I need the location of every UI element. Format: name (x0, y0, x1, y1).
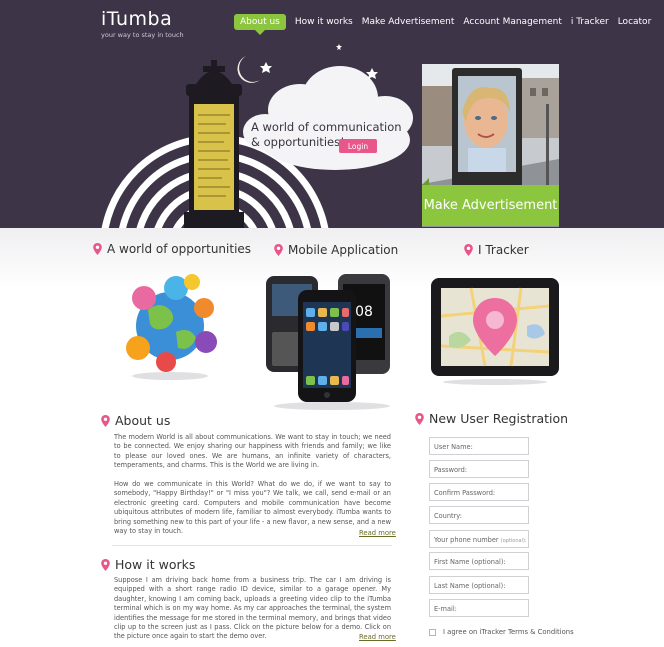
map-pin-icon (415, 412, 424, 425)
svg-text:08: 08 (355, 304, 373, 320)
section-divider (112, 545, 392, 546)
map-pin-icon (101, 414, 110, 427)
feature-title-i-tracker[interactable]: I Tracker (464, 243, 529, 257)
feature-title-mobile-app[interactable]: Mobile Application (274, 243, 398, 257)
make-advertisement-button[interactable]: Make Advertisement (422, 178, 559, 226)
phone-field-placeholder: Your phone number (434, 536, 499, 544)
feature-title-i-tracker-label: I Tracker (478, 243, 529, 257)
about-us-title: About us (101, 413, 170, 428)
registration-title-label: New User Registration (429, 411, 569, 426)
map-pin-icon (274, 244, 283, 256)
brand-name: iTumba (101, 8, 173, 30)
phone-field[interactable]: Your phone number (optional): (429, 530, 529, 548)
how-it-works-paragraph: Suppose I am driving back home from a bu… (114, 576, 391, 641)
globe-social-illustration[interactable] (118, 270, 222, 382)
terms-label: I agree on iTracker Terms & Conditions (443, 628, 574, 636)
confirm-password-field[interactable]: Confirm Password: (429, 483, 529, 501)
brand-tagline: your way to stay in touch (101, 31, 184, 39)
username-field[interactable]: User Name: (429, 437, 529, 455)
hero-headline: A world of communication & opportunities… (251, 120, 402, 150)
nav-locator[interactable]: Locator (618, 17, 652, 27)
password-field[interactable]: Password: (429, 460, 529, 478)
map-pin-icon (464, 244, 473, 256)
moon-icon (237, 56, 260, 83)
nav-account-management[interactable]: Account Management (463, 17, 562, 27)
first-name-field[interactable]: First Name (optional): (429, 552, 529, 570)
map-pin-icon (101, 558, 110, 571)
main-nav: About us How it works Make Advertisement… (234, 14, 660, 35)
smartphones-illustration[interactable]: 08 (262, 272, 392, 412)
registration-title: New User Registration (415, 411, 568, 426)
nav-how-it-works[interactable]: How it works (295, 17, 353, 27)
logo[interactable]: iTumba your way to stay in touch (101, 8, 184, 39)
about-read-more-link[interactable]: Read more (359, 529, 396, 537)
last-name-field[interactable]: Last Name (optional): (429, 576, 529, 594)
email-field[interactable]: E-mail: (429, 599, 529, 617)
tablet-map-illustration[interactable] (431, 276, 559, 386)
feature-title-opportunities[interactable]: A world of opportunities (93, 242, 251, 256)
nav-i-tracker[interactable]: i Tracker (571, 17, 609, 27)
terms-checkbox[interactable] (429, 629, 436, 636)
how-read-more-link[interactable]: Read more (359, 633, 396, 641)
map-pin-icon (93, 243, 102, 255)
feature-title-mobile-app-label: Mobile Application (288, 243, 399, 257)
hero-headline-line2: & opportunities! (251, 135, 345, 149)
about-us-title-label: About us (115, 413, 171, 428)
about-us-paragraph-2: How do we communicate in this World? Wha… (114, 480, 391, 536)
login-button[interactable]: Login (339, 139, 377, 153)
about-us-paragraph-1: The modern World is all about communicat… (114, 433, 391, 470)
phone-field-note: (optional): (500, 538, 527, 544)
nav-about-us[interactable]: About us (234, 14, 286, 35)
country-field[interactable]: Country: (429, 506, 529, 524)
nav-make-advertisement[interactable]: Make Advertisement (362, 17, 455, 27)
hero-illustration (101, 44, 413, 228)
how-it-works-title: How it works (101, 557, 195, 572)
hero-headline-line1: A world of communication (251, 120, 402, 134)
feature-title-opportunities-label: A world of opportunities (107, 242, 252, 256)
how-it-works-title-label: How it works (115, 557, 196, 572)
hero-banner: iTumba your way to stay in touch About u… (0, 0, 664, 228)
